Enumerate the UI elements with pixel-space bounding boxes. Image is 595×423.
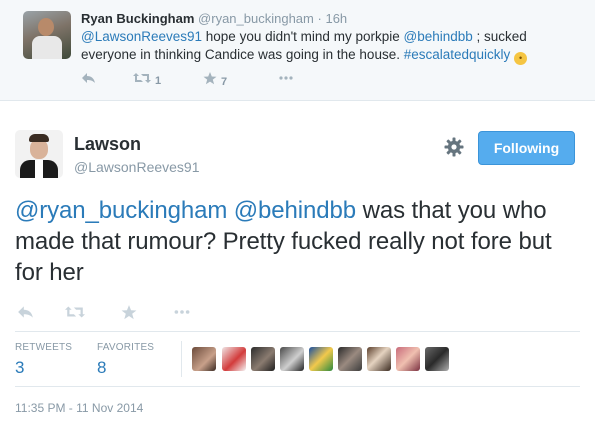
retweet-icon bbox=[65, 306, 85, 318]
retweets-stat[interactable]: RETWEETS 3 bbox=[15, 342, 72, 378]
reply-button[interactable] bbox=[17, 305, 34, 323]
parent-tweet-text: @LawsonReeves91 hope you didn't mind my … bbox=[81, 28, 571, 65]
more-icon bbox=[279, 76, 293, 80]
retweet-icon bbox=[133, 73, 151, 83]
avatar-body-shape bbox=[32, 36, 62, 59]
reply-icon bbox=[18, 306, 33, 318]
favoriter-avatar[interactable] bbox=[309, 347, 333, 371]
favorites-value: 8 bbox=[97, 358, 107, 377]
main-author-handle[interactable]: @LawsonReeves91 bbox=[74, 159, 200, 175]
mention-link[interactable]: @ryan_buckingham bbox=[15, 197, 227, 224]
parent-author-handle[interactable]: @ryan_buckingham bbox=[198, 11, 314, 26]
parent-timestamp[interactable]: 16h bbox=[325, 11, 347, 26]
retweets-label: RETWEETS bbox=[15, 342, 73, 353]
avatar-face-shape bbox=[30, 139, 48, 159]
parent-text-part: hope you didn't mind my porkpie bbox=[202, 29, 404, 44]
favoriter-avatar[interactable] bbox=[425, 347, 449, 371]
parent-favorite-count: 7 bbox=[221, 76, 228, 88]
retweet-button[interactable] bbox=[65, 305, 85, 323]
hashtag-link[interactable]: #escalatedquickly bbox=[404, 47, 511, 62]
star-icon bbox=[203, 72, 217, 85]
main-tweet-text: @ryan_buckingham @behindbb was that you … bbox=[15, 195, 585, 288]
parent-retweet-count: 1 bbox=[155, 75, 162, 87]
gear-icon[interactable] bbox=[444, 137, 464, 157]
favoriter-avatar[interactable] bbox=[251, 347, 275, 371]
favorite-button[interactable] bbox=[121, 305, 137, 324]
favoriter-avatar[interactable] bbox=[280, 347, 304, 371]
tweet-timestamp[interactable]: 11:35 PM - 11 Nov 2014 bbox=[15, 401, 143, 415]
mention-link[interactable]: @behindbb bbox=[234, 197, 356, 224]
parent-tweet-header: Ryan Buckingham @ryan_buckingham · 16h bbox=[81, 11, 347, 26]
retweets-value: 3 bbox=[15, 358, 25, 377]
favorites-label: FAVORITES bbox=[97, 342, 155, 353]
favoriter-avatar[interactable] bbox=[338, 347, 362, 371]
avatar-shirt-shape bbox=[35, 160, 43, 178]
favoriter-avatar[interactable] bbox=[222, 347, 246, 371]
more-button[interactable] bbox=[278, 72, 294, 87]
parent-time-separator: · bbox=[317, 11, 322, 26]
star-icon bbox=[121, 305, 137, 320]
worried-face-emoji-icon: • bbox=[514, 52, 528, 65]
more-icon bbox=[174, 310, 190, 314]
favorite-button[interactable]: 7 bbox=[203, 72, 227, 88]
retweet-button[interactable]: 1 bbox=[133, 72, 161, 87]
following-button[interactable]: Following bbox=[478, 131, 575, 165]
stats-top-divider bbox=[15, 331, 580, 332]
reply-button[interactable] bbox=[81, 72, 96, 87]
favorites-stat[interactable]: FAVORITES 8 bbox=[97, 342, 154, 378]
avatar-head-shape bbox=[38, 18, 54, 36]
lawson-avatar[interactable] bbox=[15, 130, 63, 178]
more-button[interactable] bbox=[173, 305, 191, 323]
stats-separator bbox=[181, 341, 182, 377]
parent-author-name[interactable]: Ryan Buckingham bbox=[81, 11, 194, 26]
ryan-avatar[interactable] bbox=[23, 11, 71, 59]
favoriter-avatar[interactable] bbox=[396, 347, 420, 371]
main-author-name[interactable]: Lawson bbox=[74, 134, 141, 155]
favoriter-avatar[interactable] bbox=[367, 347, 391, 371]
avatar-hair-shape bbox=[29, 134, 49, 142]
mention-link[interactable]: @behindbb bbox=[403, 29, 472, 44]
favoriter-avatar[interactable] bbox=[192, 347, 216, 371]
mention-link[interactable]: @LawsonReeves91 bbox=[81, 29, 202, 44]
reply-icon bbox=[82, 73, 95, 83]
stats-bottom-divider bbox=[15, 386, 580, 387]
parent-tweet[interactable]: Ryan Buckingham @ryan_buckingham · 16h @… bbox=[0, 0, 595, 101]
